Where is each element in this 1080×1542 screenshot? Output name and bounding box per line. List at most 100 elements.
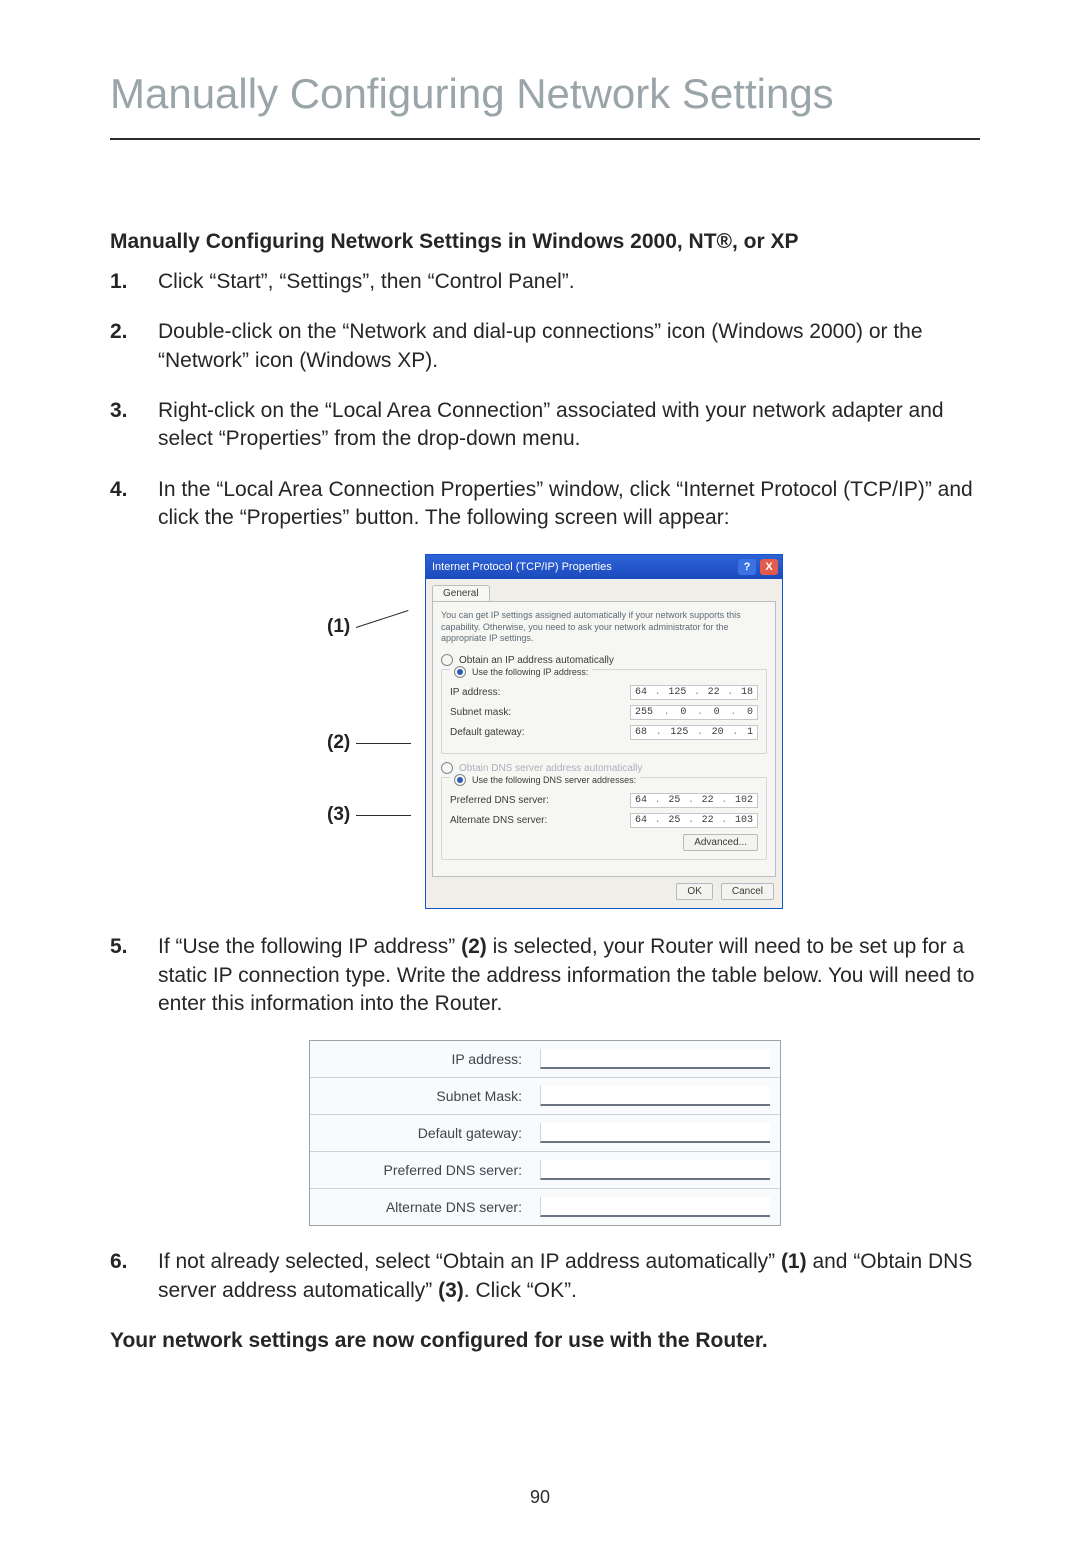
text: . Click “OK”. [464, 1279, 577, 1302]
field-label: Subnet mask: [450, 707, 511, 718]
ip-octet: 64 [635, 795, 647, 806]
text-bold: (1) [781, 1250, 807, 1273]
callout-line-icon [356, 743, 411, 744]
gateway-input[interactable]: 68. 125. 20. 1 [630, 725, 758, 740]
radio-icon [454, 666, 466, 678]
ip-octet: 64 [635, 815, 647, 826]
step-1: 1. Click “Start”, “Settings”, then “Cont… [110, 268, 980, 296]
ip-address-input[interactable]: 64. 125. 22. 18 [630, 685, 758, 700]
ip-octet: 22 [708, 687, 720, 698]
ok-button[interactable]: OK [676, 883, 712, 900]
table-label: Default gateway: [310, 1115, 534, 1151]
radio-obtain-ip[interactable]: Obtain an IP address automatically [441, 654, 767, 666]
ip-octet: 103 [735, 815, 753, 826]
ip-octet: 25 [668, 795, 680, 806]
table-blank-field[interactable] [540, 1197, 770, 1217]
step-list-cont2: 6. If not already selected, select “Obta… [110, 1248, 980, 1305]
cancel-button[interactable]: Cancel [721, 883, 774, 900]
table-row: IP address: [310, 1041, 780, 1078]
table-blank-field[interactable] [540, 1160, 770, 1180]
ip-octet: 125 [668, 687, 686, 698]
table-row: Alternate DNS server: [310, 1189, 780, 1225]
radio-icon [441, 654, 453, 666]
radio-obtain-dns: Obtain DNS server address automatically [441, 762, 767, 774]
table-blank-field[interactable] [540, 1123, 770, 1143]
dialog-footer: OK Cancel [426, 883, 782, 908]
step-num: 5. [110, 933, 138, 1018]
callout-line-icon [356, 815, 411, 816]
radio-label: Obtain an IP address automatically [459, 655, 614, 666]
field-label: Preferred DNS server: [450, 795, 549, 806]
ip-octet: 1 [747, 727, 753, 738]
ip-octet: 20 [712, 727, 724, 738]
table-blank-field[interactable] [540, 1086, 770, 1106]
callout-line-icon [356, 610, 409, 628]
step-5: 5. If “Use the following IP address” (2)… [110, 933, 980, 1018]
radio-label: Obtain DNS server address automatically [459, 763, 642, 774]
tab-general[interactable]: General [432, 585, 490, 601]
ip-octet: 0 [747, 707, 753, 718]
page-number: 90 [0, 1487, 1080, 1508]
close-icon[interactable]: X [760, 559, 778, 575]
dialog-title: Internet Protocol (TCP/IP) Properties [432, 561, 612, 573]
ip-octet: 0 [680, 707, 686, 718]
table-blank-field[interactable] [540, 1049, 770, 1069]
table-label: Alternate DNS server: [310, 1189, 534, 1225]
row-alt-dns: Alternate DNS server: 64. 25. 22. 103 [450, 813, 758, 828]
step-list-cont: 5. If “Use the following IP address” (2)… [110, 933, 980, 1018]
help-icon[interactable]: ? [738, 559, 756, 575]
ip-octet: 18 [741, 687, 753, 698]
radio-icon [454, 774, 466, 786]
field-label: Alternate DNS server: [450, 815, 547, 826]
rule [110, 138, 980, 140]
advanced-button[interactable]: Advanced... [683, 834, 758, 851]
radio-use-ip[interactable]: Use the following IP address: [450, 666, 592, 678]
dialog-figure: (1) (2) (3) Internet Protocol (TCP/IP) P… [110, 554, 980, 909]
step-3: 3. Right-click on the “Local Area Connec… [110, 397, 980, 454]
ip-octet: 22 [702, 815, 714, 826]
tab-panel: You can get IP settings assigned automat… [432, 601, 776, 877]
radio-label: Use the following IP address: [472, 667, 588, 677]
step-num: 3. [110, 397, 138, 454]
ip-octet: 0 [714, 707, 720, 718]
alternate-dns-input[interactable]: 64. 25. 22. 103 [630, 813, 758, 828]
callouts: (1) (2) (3) [307, 554, 407, 904]
step-text: Click “Start”, “Settings”, then “Control… [158, 268, 980, 296]
callout-1: (1) [327, 616, 411, 638]
step-list: 1. Click “Start”, “Settings”, then “Cont… [110, 268, 980, 532]
text-bold: (2) [461, 935, 487, 958]
group-ip: Use the following IP address: IP address… [441, 669, 767, 754]
step-text: In the “Local Area Connection Properties… [158, 476, 980, 533]
preferred-dns-input[interactable]: 64. 25. 22. 102 [630, 793, 758, 808]
callout-3: (3) [327, 804, 411, 826]
row-subnet: Subnet mask: 255. 0. 0. 0 [450, 705, 758, 720]
dialog-description: You can get IP settings assigned automat… [441, 610, 767, 644]
radio-label: Use the following DNS server addresses: [472, 775, 636, 785]
field-label: IP address: [450, 687, 500, 698]
table-label: Preferred DNS server: [310, 1152, 534, 1188]
step-num: 4. [110, 476, 138, 533]
callout-label: (1) [327, 616, 350, 638]
step-4: 4. In the “Local Area Connection Propert… [110, 476, 980, 533]
text: If not already selected, select “Obtain … [158, 1250, 781, 1273]
step-num: 6. [110, 1248, 138, 1305]
step-text: Double-click on the “Network and dial-up… [158, 318, 980, 375]
ip-octet: 125 [670, 727, 688, 738]
group-dns: Use the following DNS server addresses: … [441, 777, 767, 860]
step-num: 1. [110, 268, 138, 296]
ip-octet: 102 [735, 795, 753, 806]
row-ip: IP address: 64. 125. 22. 18 [450, 685, 758, 700]
row-gateway: Default gateway: 68. 125. 20. 1 [450, 725, 758, 740]
page-title: Manually Configuring Network Settings [110, 70, 980, 118]
row-pref-dns: Preferred DNS server: 64. 25. 22. 102 [450, 793, 758, 808]
callout-label: (3) [327, 804, 350, 826]
step-num: 2. [110, 318, 138, 375]
radio-use-dns[interactable]: Use the following DNS server addresses: [450, 774, 640, 786]
step-2: 2. Double-click on the “Network and dial… [110, 318, 980, 375]
closing-note: Your network settings are now configured… [110, 1327, 980, 1355]
radio-icon [441, 762, 453, 774]
table-label: Subnet Mask: [310, 1078, 534, 1114]
section-heading: Manually Configuring Network Settings in… [110, 230, 980, 254]
subnet-mask-input[interactable]: 255. 0. 0. 0 [630, 705, 758, 720]
step-6: 6. If not already selected, select “Obta… [110, 1248, 980, 1305]
